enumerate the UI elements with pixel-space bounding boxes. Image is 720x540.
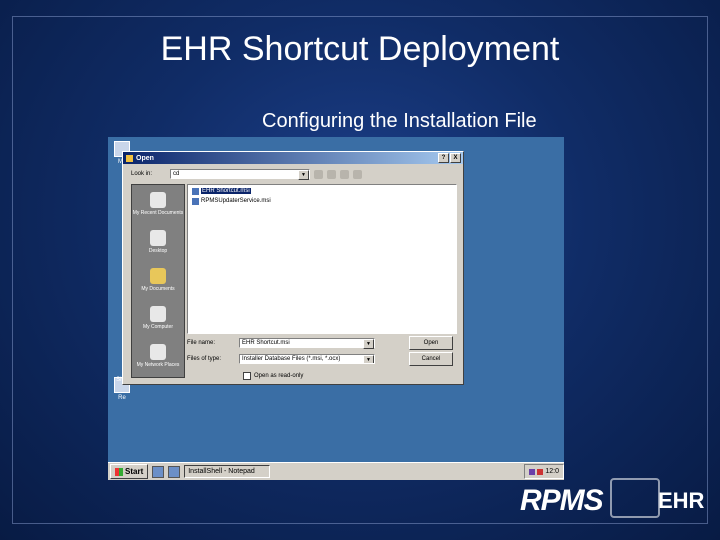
chevron-down-icon[interactable]: ▼ — [363, 339, 374, 349]
my-documents-icon — [150, 268, 166, 284]
place-my-documents[interactable]: My Documents — [132, 261, 184, 299]
readonly-checkbox-row[interactable]: Open as read-only — [243, 372, 303, 380]
cancel-button[interactable]: Cancel — [409, 352, 453, 366]
place-network[interactable]: My Network Places — [132, 337, 184, 375]
file-list: EHR Shortcut.msi RPMSUpdaterService.msi — [187, 184, 457, 334]
look-in-label: Look in: — [131, 171, 153, 177]
file-name-value: EHR Shortcut.msi — [242, 340, 290, 346]
help-button[interactable]: ? — [438, 153, 449, 163]
places-bar: My Recent Documents Desktop My Documents… — [131, 184, 185, 378]
file-name: EHR Shortcut.msi — [201, 188, 251, 194]
place-label: My Recent Documents — [132, 210, 184, 216]
slide-subtitle: Configuring the Installation File — [262, 110, 537, 132]
quicklaunch-ie-icon[interactable] — [168, 465, 181, 478]
logo-ehr-text: EHR — [658, 488, 705, 513]
new-folder-icon[interactable] — [340, 169, 350, 179]
clock: 12:0 — [545, 468, 559, 475]
open-button[interactable]: Open — [409, 336, 453, 350]
recent-documents-icon — [150, 192, 166, 208]
taskbar-item-notepad[interactable]: InstallShell - Notepad — [184, 465, 271, 478]
place-desktop[interactable]: Desktop — [132, 223, 184, 261]
list-item[interactable]: RPMSUpdaterService.msi — [192, 197, 452, 205]
open-dialog: Open ? X Look in: cd ▼ My Recent Documen… — [122, 151, 464, 385]
start-button[interactable]: Start — [110, 464, 149, 479]
folder-icon — [126, 154, 133, 162]
place-label: My Network Places — [136, 362, 180, 368]
tray-icon[interactable] — [537, 468, 544, 475]
task-label: InstallShell - Notepad — [188, 468, 255, 475]
my-computer-icon — [150, 306, 166, 322]
file-name: RPMSUpdaterService.msi — [201, 198, 271, 204]
file-type-select[interactable]: Installer Database Files (*.msi, *.ocx) … — [239, 354, 375, 364]
rpms-ehr-logo: RPMS EHR — [520, 478, 710, 528]
look-in-value: cd — [173, 171, 180, 177]
msi-file-icon — [192, 187, 199, 195]
file-type-label: Files of type: — [187, 356, 222, 362]
slide-title: EHR Shortcut Deployment — [160, 30, 560, 68]
readonly-label: Open as read-only — [254, 373, 304, 379]
place-label: My Computer — [142, 324, 173, 330]
list-item[interactable]: EHR Shortcut.msi — [192, 187, 452, 195]
quicklaunch-desktop-icon[interactable] — [152, 465, 165, 478]
back-icon[interactable] — [314, 169, 324, 179]
network-places-icon — [150, 344, 166, 360]
tray-icon[interactable] — [529, 468, 536, 475]
look-in-select[interactable]: cd ▼ — [170, 169, 311, 180]
chevron-down-icon[interactable]: ▼ — [298, 170, 310, 180]
place-label: My Documents — [141, 286, 175, 292]
logo-rpms-text: RPMS — [520, 484, 604, 517]
slide-background: EHR Shortcut Deployment Configuring the … — [0, 0, 720, 540]
screenshot-desktop: My Re Sha_S.ms Open ? X Look in: cd — [108, 137, 564, 480]
dialog-title: Open — [136, 154, 154, 162]
dialog-titlebar[interactable]: Open ? X — [123, 152, 463, 164]
close-button[interactable]: X — [450, 153, 461, 163]
msi-file-icon — [192, 197, 199, 205]
logo-frame — [610, 478, 660, 518]
view-menu-icon[interactable] — [353, 169, 363, 179]
file-type-value: Installer Database Files (*.msi, *.ocx) — [242, 356, 341, 362]
system-tray: 12:0 — [524, 464, 564, 479]
place-label: Desktop — [148, 248, 168, 254]
readonly-checkbox[interactable] — [243, 372, 251, 380]
windows-logo-icon — [115, 467, 123, 476]
file-name-label: File name: — [187, 340, 216, 346]
place-my-computer[interactable]: My Computer — [132, 299, 184, 337]
up-folder-icon[interactable] — [327, 169, 337, 179]
desktop-icon — [150, 230, 166, 246]
file-name-field[interactable]: EHR Shortcut.msi ▼ — [239, 338, 375, 349]
chevron-down-icon[interactable]: ▼ — [363, 355, 374, 363]
place-recent-documents[interactable]: My Recent Documents — [132, 185, 184, 223]
desktop-icon-label: Re — [118, 395, 126, 401]
start-label: Start — [125, 467, 144, 476]
taskbar: Start InstallShell - Notepad 12:0 — [108, 462, 564, 480]
